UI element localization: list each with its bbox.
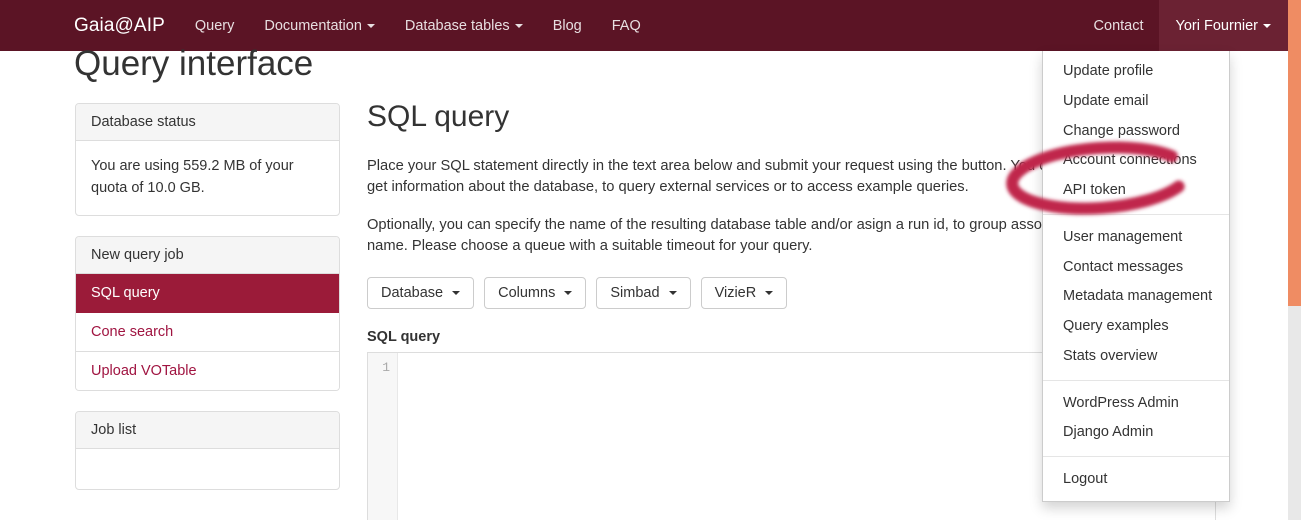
browser-viewport: Gaia@AIP Query Documentation Database ta…: [0, 0, 1301, 520]
menu-item-api-token[interactable]: API token: [1043, 176, 1229, 206]
nav-item-blog[interactable]: Blog: [538, 0, 597, 51]
page-scrollbar-thumb[interactable]: [1288, 0, 1301, 306]
database-dropdown-label: Database: [381, 285, 444, 302]
nav-item-documentation-label: Documentation: [264, 17, 362, 34]
menu-divider: [1043, 213, 1229, 215]
nav-item-contact-label: Contact: [1093, 17, 1144, 34]
chevron-down-icon: [452, 291, 461, 296]
nav-item-user-label: Yori Fournier: [1175, 17, 1258, 34]
nav-item-blog-label: Blog: [552, 17, 582, 34]
chevron-down-icon: [765, 291, 774, 296]
menu-item-django-admin[interactable]: Django Admin: [1043, 418, 1229, 448]
chevron-down-icon: [564, 291, 573, 296]
vizier-dropdown-button[interactable]: VizieR: [700, 277, 788, 310]
columns-dropdown-label: Columns: [498, 285, 556, 302]
menu-item-query-examples[interactable]: Query examples: [1043, 312, 1229, 342]
editor-line-number-gutter: 1: [368, 353, 398, 520]
job-list-panel: Job list: [75, 410, 340, 490]
menu-divider: [1043, 456, 1229, 457]
chevron-down-icon: [366, 23, 375, 28]
menu-item-change-password[interactable]: Change password: [1043, 117, 1229, 147]
menu-item-metadata-management[interactable]: Metadata management: [1043, 282, 1229, 312]
job-list-body: [76, 449, 339, 489]
chevron-down-icon: [514, 23, 523, 28]
menu-item-contact-messages[interactable]: Contact messages: [1043, 253, 1229, 283]
menu-item-logout[interactable]: Logout: [1043, 465, 1229, 495]
menu-item-account-connections[interactable]: Account connections: [1043, 146, 1229, 176]
new-query-job-panel: New query job SQL query Cone search Uplo…: [75, 235, 340, 391]
menu-item-stats-overview[interactable]: Stats overview: [1043, 342, 1229, 372]
database-status-panel: Database status You are using 559.2 MB o…: [75, 103, 340, 216]
navbar-right-group: Contact Yori Fournier: [1079, 0, 1288, 51]
job-list-heading: Job list: [76, 411, 339, 449]
sidebar-item-sql-query[interactable]: SQL query: [76, 273, 339, 313]
simbad-dropdown-button[interactable]: Simbad: [596, 277, 691, 310]
nav-item-faq-label: FAQ: [611, 17, 641, 34]
sidebar-item-upload-votable[interactable]: Upload VOTable: [76, 351, 339, 390]
menu-item-update-profile[interactable]: Update profile: [1043, 57, 1229, 87]
columns-dropdown-button[interactable]: Columns: [484, 277, 587, 310]
chevron-down-icon: [668, 291, 677, 296]
simbad-dropdown-label: Simbad: [610, 285, 660, 302]
nav-item-user-menu-toggle[interactable]: Yori Fournier: [1158, 0, 1288, 51]
sidebar-item-cone-search[interactable]: Cone search: [76, 312, 339, 352]
new-query-job-heading: New query job: [76, 236, 339, 274]
page-title: Query interface: [74, 44, 314, 83]
menu-item-update-email[interactable]: Update email: [1043, 87, 1229, 117]
nav-item-query-label: Query: [194, 17, 235, 34]
user-dropdown-menu: Update profile Update email Change passw…: [1042, 51, 1230, 502]
menu-divider: [1043, 379, 1229, 381]
nav-item-faq[interactable]: FAQ: [597, 0, 656, 51]
database-status-heading: Database status: [76, 104, 339, 141]
nav-item-database-tables-label: Database tables: [404, 17, 510, 34]
nav-item-database-tables[interactable]: Database tables: [390, 0, 538, 51]
nav-item-contact[interactable]: Contact: [1079, 0, 1159, 51]
menu-item-wordpress-admin[interactable]: WordPress Admin: [1043, 389, 1229, 419]
database-dropdown-button[interactable]: Database: [367, 277, 475, 310]
vizier-dropdown-label: VizieR: [714, 285, 757, 302]
menu-item-user-management[interactable]: User management: [1043, 223, 1229, 253]
database-status-body: You are using 559.2 MB of your quota of …: [91, 158, 294, 196]
sidebar: Database status You are using 559.2 MB o…: [75, 103, 340, 510]
chevron-down-icon: [1263, 23, 1271, 28]
